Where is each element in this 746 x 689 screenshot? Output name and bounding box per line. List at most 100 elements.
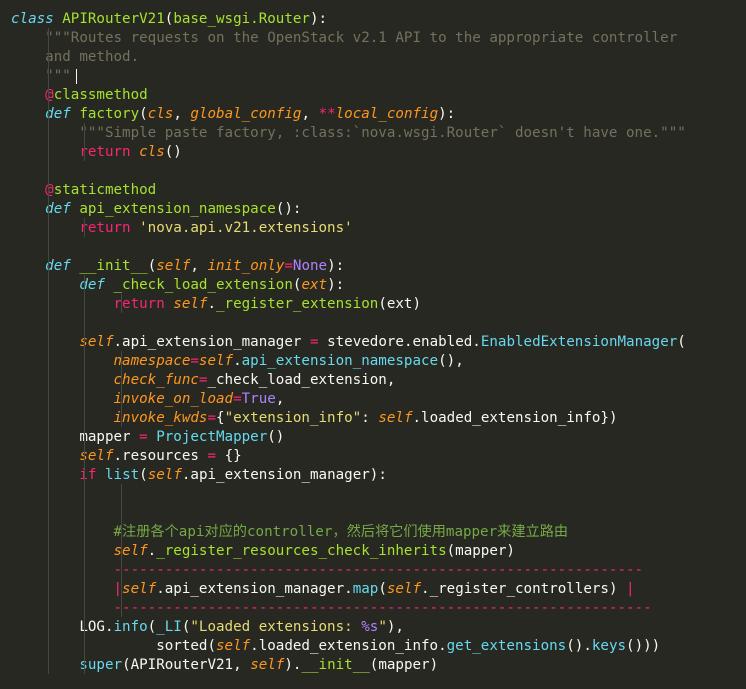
code-line[interactable]: invoke_kwds={"extension_info": self.load… [0,409,746,428]
code-token: namespace [113,353,191,369]
code-token: .resources [113,448,208,464]
code-line[interactable]: def api_extension_namespace(): [0,200,746,219]
code-token: , [275,391,285,407]
code-line[interactable]: LOG.info(_LI("Loaded extensions: %s"), [0,618,746,637]
code-line[interactable]: invoke_on_load=True, [0,390,746,409]
code-line[interactable]: def factory(cls, global_config, **local_… [0,105,746,124]
code-token: = [233,391,242,407]
code-token: sorted( [11,638,216,654]
code-token: keys [591,638,627,654]
code-token: = [284,258,293,274]
code-line[interactable]: ----------------------------------------… [0,561,746,580]
code-line[interactable]: if list(self.api_extension_manager): [0,466,746,485]
text-cursor [76,69,77,84]
code-line[interactable] [0,504,746,523]
code-line[interactable] [0,162,746,181]
code-line[interactable]: self._register_resources_check_inherits(… [0,542,746,561]
code-token: """ [45,68,71,84]
code-token: __init__ [79,258,148,274]
code-line[interactable]: return self._register_extension(ext) [0,295,746,314]
code-line[interactable] [0,485,746,504]
code-line[interactable]: namespace=self.api_extension_namespace()… [0,352,746,371]
code-line[interactable]: and method. [0,48,746,67]
code-line[interactable]: class APIRouterV21(base_wsgi.Router): [0,10,746,29]
code-token: def [45,201,71,217]
code-token: "Loaded extensions: [190,619,362,635]
code-line[interactable]: return cls() [0,143,746,162]
code-token: ): [327,277,345,293]
code-token: (ext) [378,296,422,312]
code-token: " [378,619,387,635]
code-line[interactable]: """Simple paste factory, :class:`nova.ws… [0,124,746,143]
code-token: self [147,467,182,483]
code-line[interactable]: @classmethod [0,86,746,105]
code-line[interactable]: #注册各个api对应的controller，然后将它们使用mapper来建立路由 [0,523,746,542]
code-line[interactable]: """ [0,67,746,86]
code-token: map [352,581,379,597]
code-token: ** [318,106,336,122]
code-token: , [190,258,208,274]
code-line[interactable] [0,238,746,257]
code-token: _register_resources_check_inherits [156,543,447,559]
code-line[interactable]: check_func=_check_load_extension, [0,371,746,390]
code-token: self [378,410,413,426]
code-line[interactable]: mapper = ProjectMapper() [0,428,746,447]
code-line[interactable]: return 'nova.api.v21.extensions' [0,219,746,238]
code-text: class APIRouterV21(base_wsgi.Router): [11,10,327,29]
code-line[interactable]: """Routes requests on the OpenStack v2.1… [0,29,746,48]
code-text: return self._register_extension(ext) [11,295,422,314]
code-line[interactable]: self.resources = {} [0,447,746,466]
code-token: , [301,106,319,122]
code-token: stevedore.enabled. [318,334,481,350]
code-line[interactable]: sorted(self.loaded_extension_info.get_ex… [0,637,746,656]
code-token: = [190,353,199,369]
code-token: """Routes requests on the OpenStack v2.1… [45,30,678,46]
code-token: ----------------------------------------… [113,562,644,578]
code-token: LOG. [11,619,114,635]
code-token: return [79,144,131,160]
code-text: super(APIRouterV21, self).__init__(mappe… [11,656,438,675]
code-token: .loaded_extension_info. [250,638,447,654]
code-text: #注册各个api对应的controller，然后将它们使用mapper来建立路由 [11,523,569,542]
code-token: classmethod [53,87,148,103]
code-text: return cls() [11,143,182,162]
code-token: ProjectMapper [156,429,268,445]
code-line[interactable]: def __init__(self, init_only=None): [0,257,746,276]
indent-guide [121,294,122,313]
code-line[interactable] [0,314,746,333]
code-token: staticmethod [53,182,157,198]
code-token: self [113,543,148,559]
code-token: , [173,106,191,122]
code-editor[interactable]: class APIRouterV21(base_wsgi.Router): ""… [0,0,746,689]
code-token: = [207,448,217,464]
code-line[interactable]: def _check_load_extension(ext): [0,276,746,295]
code-token: api_extension_namespace [241,353,439,369]
code-token: "extension_info" [224,410,362,426]
code-token: (mapper) [369,657,439,673]
code-line[interactable]: ----------------------------------------… [0,599,746,618]
code-token: self [173,296,208,312]
code-text: def _check_load_extension(ext): [11,276,344,295]
indent-guide [84,123,85,161]
code-line[interactable]: self.api_extension_manager = stevedore.e… [0,333,746,352]
code-line[interactable]: super(APIRouterV21, self).__init__(mappe… [0,656,746,675]
code-token: return [79,220,131,236]
code-token: %s [361,619,379,635]
code-token: __init__ [301,657,370,673]
code-line[interactable]: @staticmethod [0,181,746,200]
code-text: def factory(cls, global_config, **local_… [11,105,455,124]
code-text: self.api_extension_manager = stevedore.e… [11,333,686,352]
code-token: (APIRouterV21, [122,657,251,673]
code-token: @ [45,87,54,103]
code-line[interactable]: |self.api_extension_manager.map(self._re… [0,580,746,599]
